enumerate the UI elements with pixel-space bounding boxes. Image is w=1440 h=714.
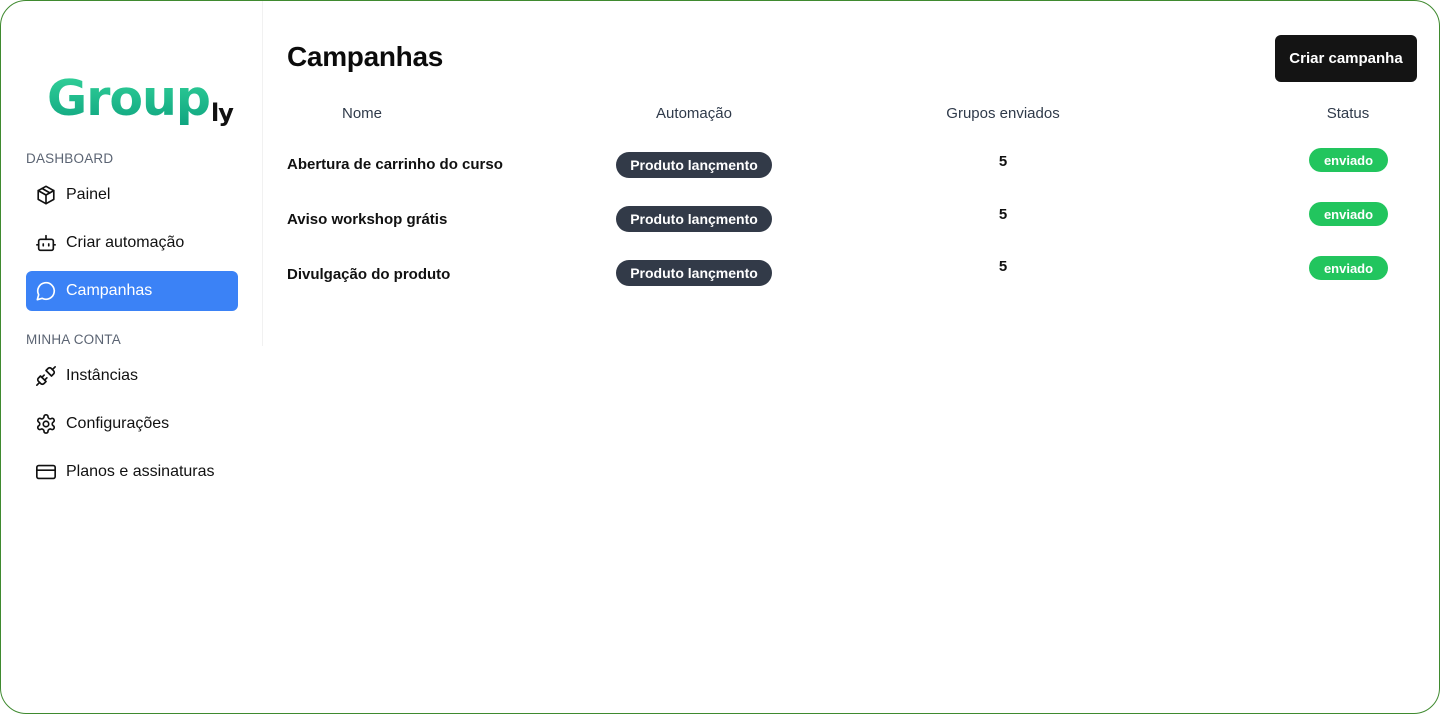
campaign-name[interactable]: Divulgação do produto [287, 266, 450, 283]
automation-badge: Produto lançmento [616, 152, 772, 178]
brand-logo[interactable]: Group ly [47, 67, 234, 127]
table-row[interactable]: Aviso workshop grátis Produto lançmento … [1, 201, 1439, 241]
section-label-minha-conta: MINHA CONTA [26, 332, 121, 347]
campaign-name[interactable]: Aviso workshop grátis [287, 211, 447, 228]
status-badge: enviado [1309, 148, 1388, 172]
table-row[interactable]: Divulgação do produto Produto lançmento … [1, 255, 1439, 295]
column-header-grupos-enviados[interactable]: Grupos enviados [946, 105, 1059, 122]
column-header-nome[interactable]: Nome [342, 105, 382, 122]
create-campaign-button[interactable]: Criar campanha [1275, 35, 1417, 82]
column-header-automacao[interactable]: Automação [656, 105, 732, 122]
sidebar-item-configuracoes[interactable]: Configurações [26, 404, 238, 444]
credit-card-icon [34, 460, 58, 484]
brand-name-main: Group [47, 70, 211, 127]
sidebar-item-label: Instâncias [66, 367, 139, 384]
status-badge: enviado [1309, 202, 1388, 226]
sidebar-item-label: Configurações [66, 415, 170, 432]
gear-icon [34, 412, 58, 436]
groups-sent-count: 5 [998, 153, 1008, 170]
app-window: Group ly DASHBOARD Painel Criar automaçã… [0, 0, 1440, 714]
groups-sent-count: 5 [998, 206, 1008, 223]
sidebar-item-instancias[interactable]: Instâncias [26, 356, 238, 396]
automation-badge: Produto lançmento [616, 206, 772, 232]
status-badge: enviado [1309, 256, 1388, 280]
sidebar-item-planos[interactable]: Planos e assinaturas [26, 452, 238, 492]
sidebar-item-label: Planos e assinaturas [66, 463, 215, 480]
campaign-name[interactable]: Abertura de carrinho do curso [287, 156, 503, 173]
groups-sent-count: 5 [998, 258, 1008, 275]
plug-icon [34, 364, 58, 388]
table-row[interactable]: Abertura de carrinho do curso Produto la… [1, 146, 1439, 186]
brand-name-suffix: ly [211, 99, 234, 127]
automation-badge: Produto lançmento [616, 260, 772, 286]
page-title: Campanhas [287, 41, 444, 72]
column-header-status[interactable]: Status [1327, 105, 1370, 122]
